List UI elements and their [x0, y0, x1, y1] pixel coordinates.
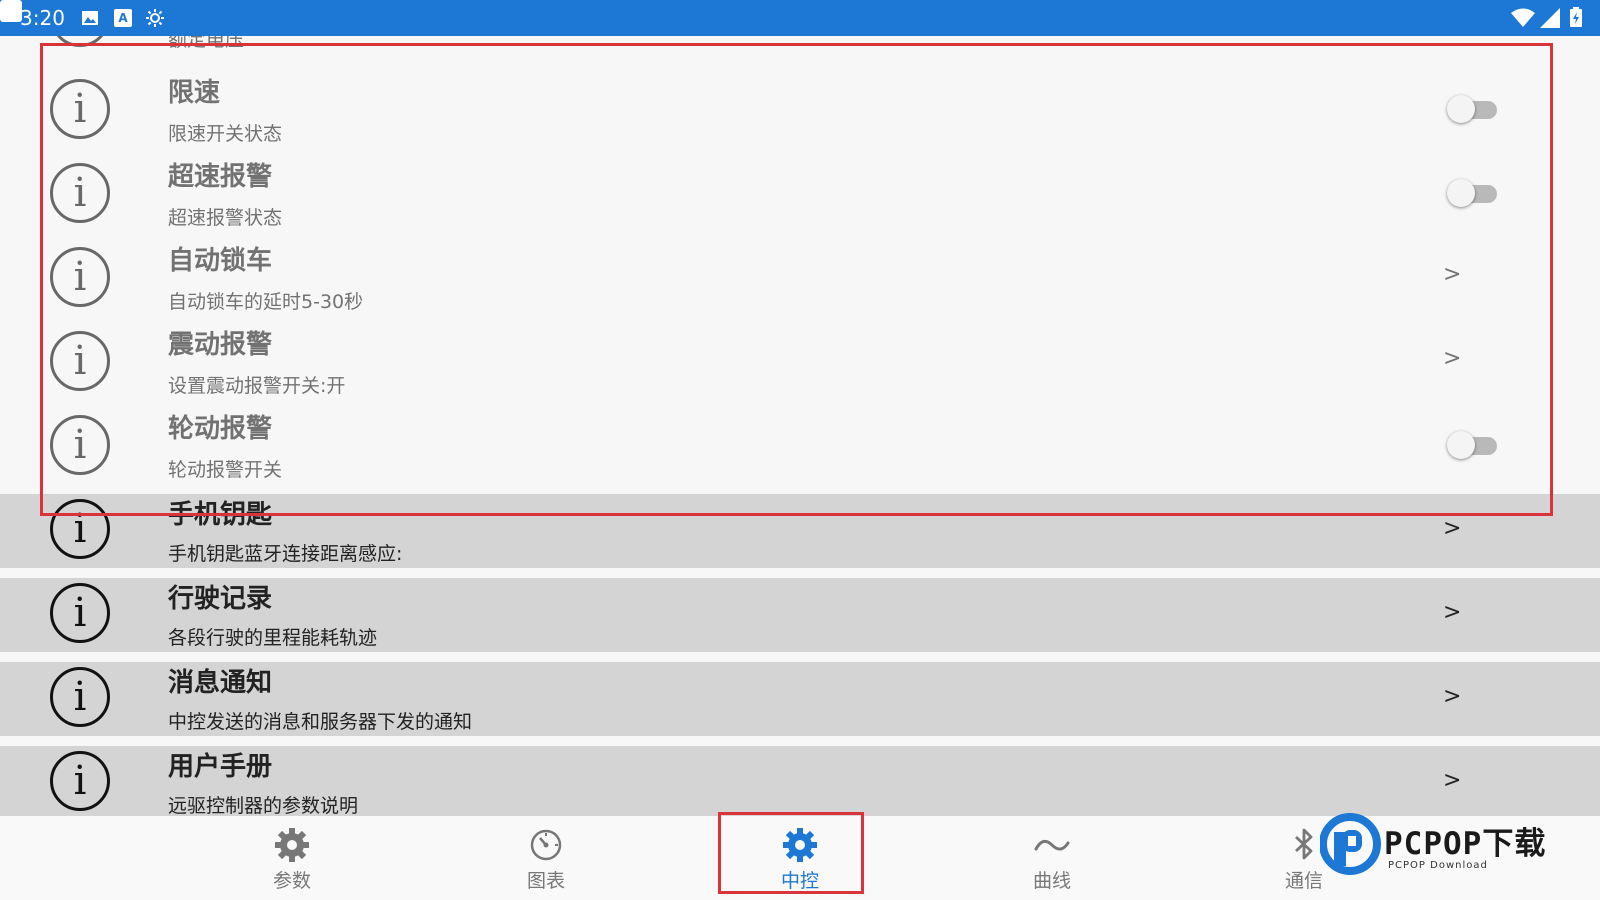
battery-icon — [1570, 7, 1582, 27]
wheel-alarm-toggle[interactable] — [1447, 429, 1497, 459]
info-icon: i — [50, 415, 110, 475]
keyboard-a-icon: A — [114, 9, 132, 27]
chevron-right-icon[interactable]: > — [1443, 516, 1461, 541]
nav-tab-params[interactable]: 参数 — [232, 826, 352, 896]
list-item-subtitle: 远驱控制器的参数说明 — [168, 795, 359, 816]
list-item-vibration-alarm[interactable]: i 震动报警 设置震动报警开关:开 > — [0, 324, 1600, 398]
info-icon: i — [50, 751, 110, 811]
info-icon: i — [50, 163, 110, 223]
list-item-subtitle: 各段行驶的里程能耗轨迹 — [168, 627, 378, 649]
nav-label: 曲线 — [1032, 870, 1071, 892]
signal-icon — [1540, 8, 1560, 28]
chevron-right-icon[interactable]: > — [1443, 684, 1461, 709]
annotation-highlight-nav — [718, 812, 864, 894]
pcpop-logo-icon — [1320, 813, 1381, 875]
overspeed-alarm-toggle[interactable] — [1447, 177, 1497, 207]
list-item-title: 限速 — [168, 78, 221, 108]
list-item-rated-voltage[interactable]: i 额定电压 — [0, 36, 1600, 54]
info-icon: i — [50, 499, 110, 559]
watermark-brand: PCPOP下载 — [1384, 826, 1547, 862]
chevron-right-icon[interactable]: > — [1443, 768, 1461, 793]
list-item-driving-record[interactable]: i 行驶记录 各段行驶的里程能耗轨迹 > — [0, 578, 1600, 652]
info-icon: i — [50, 331, 110, 391]
list-item-overspeed-alarm[interactable]: i 超速报警 超速报警状态 — [0, 156, 1600, 230]
list-item-phone-key[interactable]: i 手机钥匙 手机钥匙蓝牙连接距离感应: > — [0, 494, 1600, 568]
status-bar: 3:20 A — [0, 0, 1600, 36]
list-item-subtitle: 轮动报警开关 — [168, 459, 283, 481]
toggle-knob — [1447, 95, 1475, 123]
list-item-speed-limit[interactable]: i 限速 限速开关状态 — [0, 72, 1600, 146]
list-item-title: 行驶记录 — [168, 584, 273, 614]
brightness-icon — [146, 9, 164, 27]
watermark-sub: PCPOP Download — [1388, 860, 1488, 871]
chevron-right-icon[interactable]: > — [1443, 262, 1461, 287]
chevron-right-icon[interactable]: > — [1443, 346, 1461, 371]
list-item-subtitle: 超速报警状态 — [168, 207, 283, 229]
notification-square-icon — [0, 0, 22, 22]
list-item-title: 消息通知 — [168, 668, 273, 698]
nav-tab-curve[interactable]: 曲线 — [992, 826, 1112, 896]
list-item-subtitle: 手机钥匙蓝牙连接距离感应: — [168, 543, 403, 565]
toggle-knob — [1447, 431, 1475, 459]
info-icon: i — [50, 247, 110, 307]
watermark: PCPOP下载 PCPOP Download — [1318, 810, 1600, 886]
toggle-knob — [1447, 179, 1475, 207]
list-item-title: 震动报警 — [168, 330, 273, 360]
speed-limit-toggle[interactable] — [1447, 93, 1497, 123]
list-item-notifications[interactable]: i 消息通知 中控发送的消息和服务器下发的通知 > — [0, 662, 1600, 736]
nav-label: 图表 — [526, 870, 565, 892]
list-item-user-manual[interactable]: i 用户手册 远驱控制器的参数说明 > — [0, 746, 1600, 816]
info-icon: i — [50, 79, 110, 139]
chevron-right-icon[interactable]: > — [1443, 600, 1461, 625]
list-item-auto-lock[interactable]: i 自动锁车 自动锁车的延时5-30秒 > — [0, 240, 1600, 314]
wifi-icon — [1511, 8, 1535, 27]
info-icon: i — [50, 36, 110, 47]
info-icon: i — [50, 667, 110, 727]
list-item-subtitle: 中控发送的消息和服务器下发的通知 — [168, 711, 473, 733]
gauge-icon — [530, 829, 562, 861]
status-time: 3:20 — [20, 6, 65, 30]
gear-icon — [275, 828, 309, 862]
nav-tab-chart[interactable]: 图表 — [486, 826, 606, 896]
wave-icon — [1034, 839, 1070, 851]
list-item-subtitle: 限速开关状态 — [168, 123, 283, 145]
settings-list: i 额定电压 i 限速 限速开关状态 i 超速报警 超速报警状态 i 自动锁车 … — [0, 36, 1600, 816]
list-item-title: 自动锁车 — [168, 246, 273, 276]
list-item-title: 超速报警 — [168, 162, 273, 192]
nav-label: 参数 — [272, 870, 311, 892]
list-item-subtitle: 额定电压 — [168, 36, 245, 51]
list-item-title: 轮动报警 — [168, 414, 273, 444]
list-item-title: 手机钥匙 — [168, 500, 273, 530]
image-icon — [82, 11, 98, 25]
list-item-subtitle: 自动锁车的延时5-30秒 — [168, 291, 364, 313]
info-icon: i — [50, 583, 110, 643]
list-item-wheel-alarm[interactable]: i 轮动报警 轮动报警开关 — [0, 408, 1600, 482]
list-item-subtitle: 设置震动报警开关:开 — [168, 375, 346, 397]
list-item-title: 用户手册 — [168, 752, 273, 782]
